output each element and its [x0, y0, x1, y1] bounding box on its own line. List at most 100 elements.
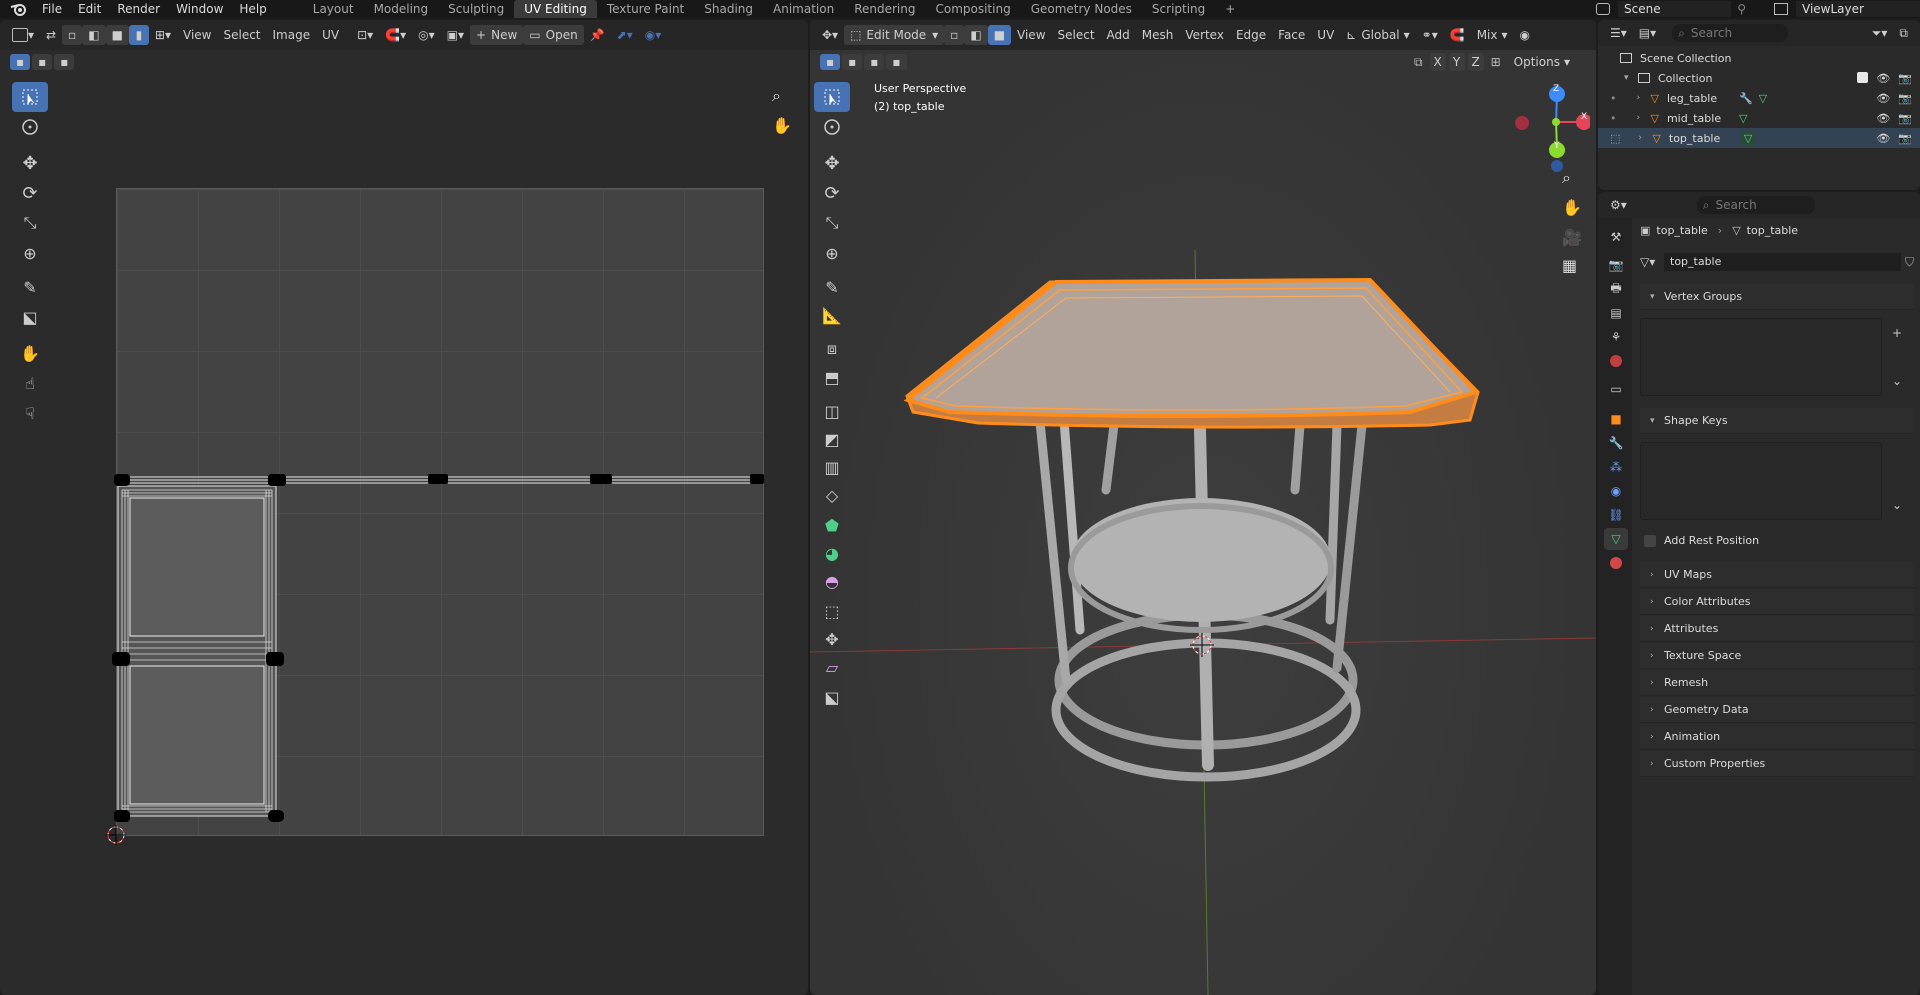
tab-animation[interactable]: Animation: [763, 0, 844, 18]
tab-layout[interactable]: Layout: [303, 0, 364, 18]
texture-space-panel[interactable]: › Texture Space: [1640, 643, 1914, 669]
expand-icon[interactable]: ›: [1637, 113, 1645, 123]
world-tab-icon[interactable]: [1604, 350, 1628, 372]
add-vertex-group-icon[interactable]: +: [1892, 326, 1902, 340]
viewlayer-icon: [1774, 3, 1788, 15]
filter-icon[interactable]: ⏷▾: [1866, 23, 1894, 43]
scene-collection-icon: [1620, 53, 1632, 63]
properties-search-input[interactable]: ⌕ Search: [1696, 196, 1815, 214]
uv-editor[interactable]: ▾ ⇄ ▫ ◧ ■ ▮ ⊞▾ View Select Image UV ⊡▾ 🧲…: [0, 20, 808, 995]
menu-help[interactable]: Help: [231, 0, 274, 18]
outliner-scene-collection[interactable]: Scene Collection: [1598, 48, 1920, 68]
camera-icon[interactable]: 📷: [1898, 92, 1912, 105]
add-workspace-button[interactable]: +: [1215, 0, 1245, 18]
collection-tab-icon[interactable]: ▭: [1604, 378, 1628, 400]
viewport-scene[interactable]: [810, 20, 1596, 995]
tab-texture-paint[interactable]: Texture Paint: [597, 0, 694, 18]
scene-selector[interactable]: Scene ⚲: [1596, 1, 1746, 17]
color-attributes-panel[interactable]: › Color Attributes: [1640, 589, 1914, 615]
tab-rendering[interactable]: Rendering: [844, 0, 925, 18]
vertex-group-menu-icon[interactable]: ⌄: [1892, 374, 1902, 388]
fake-user-icon[interactable]: ⛉: [1905, 255, 1914, 270]
uv-maps-panel[interactable]: › UV Maps: [1640, 562, 1914, 588]
blender-logo-icon[interactable]: [10, 2, 28, 16]
tab-scripting[interactable]: Scripting: [1142, 0, 1215, 18]
properties-editor[interactable]: ⚙▾ ⌕ Search ⚒ 📷 🖶 ▤ ⚘ ▭ ■ 🔧 ⁂ ◉ ⛓ ▽ ▣ top…: [1598, 192, 1920, 995]
material-tab-icon[interactable]: [1604, 552, 1628, 574]
camera-icon[interactable]: 📷: [1898, 132, 1912, 145]
outliner-collection[interactable]: ▾ Collection 👁 📷: [1598, 68, 1920, 88]
mesh-data-icon: ▽: [1740, 131, 1756, 145]
3d-viewport[interactable]: ✥▾ ⬚ Edit Mode ▾ ▫ ◧ ■ View Select Add Mes…: [810, 20, 1596, 995]
constraints-tab-icon[interactable]: ⛓: [1604, 504, 1628, 526]
geometry-data-panel[interactable]: › Geometry Data: [1640, 697, 1914, 723]
eye-icon[interactable]: 👁: [1876, 72, 1890, 85]
output-tab-icon[interactable]: 🖶: [1604, 278, 1628, 300]
eye-icon[interactable]: 👁: [1876, 112, 1890, 125]
editor-type-icon[interactable]: ⚙▾: [1604, 195, 1633, 215]
outliner-item-top-table[interactable]: ⬚ › ▽ top_table ▽ 👁 📷: [1598, 128, 1920, 148]
vertex-groups-panel[interactable]: ▾ Vertex Groups: [1640, 284, 1914, 310]
eye-icon[interactable]: 👁: [1876, 92, 1890, 105]
vertex-groups-list[interactable]: [1640, 318, 1882, 396]
viewlayer-selector[interactable]: ViewLayer: [1774, 1, 1920, 17]
tab-shading[interactable]: Shading: [694, 0, 763, 18]
uv-islands[interactable]: [0, 20, 808, 995]
mesh-name-field[interactable]: top_table: [1664, 253, 1901, 271]
menu-edit[interactable]: Edit: [70, 0, 109, 18]
shape-keys-panel[interactable]: ▾ Shape Keys: [1640, 408, 1914, 434]
mesh-object-icon: ▽: [1650, 111, 1659, 125]
tab-uv-editing[interactable]: UV Editing: [514, 0, 597, 18]
menu-render[interactable]: Render: [109, 0, 168, 18]
attributes-panel[interactable]: › Attributes: [1640, 616, 1914, 642]
expand-icon[interactable]: ▾: [1624, 73, 1632, 83]
custom-properties-panel[interactable]: › Custom Properties: [1640, 751, 1914, 777]
expand-icon[interactable]: ›: [1637, 93, 1645, 103]
menu-window[interactable]: Window: [168, 0, 231, 18]
menu-file[interactable]: File: [34, 0, 70, 18]
scene-tab-icon[interactable]: ⚘: [1604, 326, 1628, 348]
2d-cursor-icon: [106, 825, 126, 845]
tab-compositing[interactable]: Compositing: [925, 0, 1020, 18]
zoom-icon[interactable]: ⌕: [1562, 168, 1571, 188]
pin-icon[interactable]: ⚲: [1737, 2, 1746, 16]
object-tab-icon[interactable]: ■: [1604, 408, 1628, 430]
search-icon: ⌕: [1678, 25, 1685, 40]
display-mode-icon[interactable]: ▤▾: [1633, 23, 1662, 43]
add-rest-position-checkbox[interactable]: Add Rest Position: [1644, 534, 1759, 547]
outliner-item-leg-table[interactable]: • › ▽ leg_table 🔧 ▽ 👁 📷: [1598, 88, 1920, 108]
outliner-item-mid-table[interactable]: • › ▽ mid_table ▽ 👁 📷: [1598, 108, 1920, 128]
expand-icon[interactable]: ›: [1638, 133, 1646, 143]
remesh-panel[interactable]: › Remesh: [1640, 670, 1914, 696]
mesh-data-tab-icon[interactable]: ▽: [1604, 528, 1628, 550]
navigation-gizmo[interactable]: [1500, 80, 1590, 180]
tool-tab-icon[interactable]: ⚒: [1604, 226, 1628, 248]
particles-tab-icon[interactable]: ⁂: [1604, 456, 1628, 478]
mesh-browse-icon[interactable]: ▽▾: [1640, 255, 1664, 269]
modifier-icon: 🔧: [1738, 91, 1753, 105]
modifier-tab-icon[interactable]: 🔧: [1604, 432, 1628, 454]
physics-tab-icon[interactable]: ◉: [1604, 480, 1628, 502]
tab-modeling[interactable]: Modeling: [364, 0, 439, 18]
tab-geometry-nodes[interactable]: Geometry Nodes: [1021, 0, 1142, 18]
gizmo-z-label: Z: [1553, 84, 1560, 94]
shape-key-menu-icon[interactable]: ⌄: [1892, 498, 1902, 512]
render-tab-icon[interactable]: 📷: [1604, 254, 1628, 276]
perspective-toggle-icon[interactable]: ▦: [1562, 256, 1577, 275]
outliner-search-input[interactable]: ⌕ Search: [1672, 24, 1789, 42]
new-collection-icon[interactable]: ⧉: [1893, 23, 1914, 43]
outliner[interactable]: ☰▾ ▤▾ ⌕ Search ⏷▾ ⧉ Scene Collection ▾ Co…: [1598, 20, 1920, 190]
checkbox-icon[interactable]: [1857, 71, 1869, 83]
view-layer-tab-icon[interactable]: ▤: [1604, 302, 1628, 324]
camera-icon[interactable]: 📷: [1898, 72, 1912, 85]
camera-view-icon[interactable]: 🎥: [1562, 228, 1582, 247]
pan-icon[interactable]: ✋: [1562, 198, 1582, 217]
animation-panel[interactable]: › Animation: [1640, 724, 1914, 750]
eye-icon[interactable]: 👁: [1876, 132, 1890, 145]
shape-keys-list[interactable]: [1640, 442, 1882, 520]
mesh-datablock-selector[interactable]: ▽▾ top_table ⛉: [1640, 252, 1914, 272]
editor-type-icon[interactable]: ☰▾: [1604, 23, 1633, 43]
edit-mode-icon[interactable]: ⬚: [1610, 132, 1620, 145]
tab-sculpting[interactable]: Sculpting: [438, 0, 514, 18]
camera-icon[interactable]: 📷: [1898, 112, 1912, 125]
